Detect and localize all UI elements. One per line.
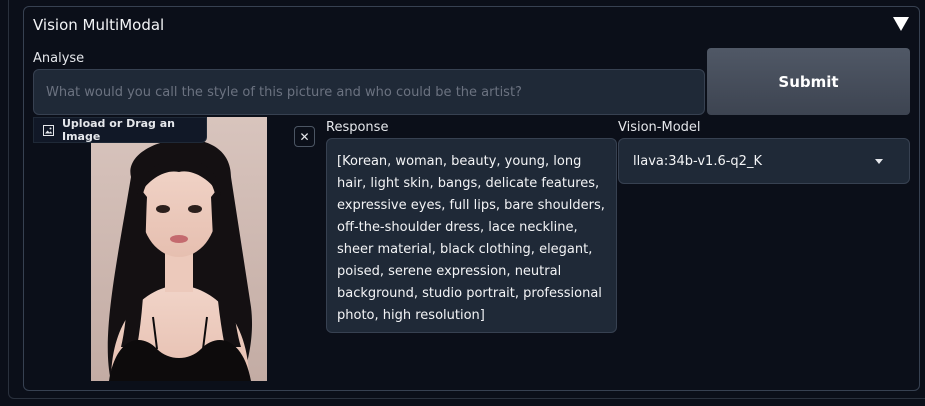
collapse-toggle-icon[interactable]: [893, 17, 909, 31]
upload-image-button[interactable]: Upload or Drag an Image: [33, 117, 207, 143]
prompt-label: Analyse: [33, 51, 85, 66]
prompt-input[interactable]: [33, 69, 705, 115]
model-selected-value: llava:34b-v1.6-q2_K: [633, 153, 762, 169]
uploaded-image: [91, 117, 267, 381]
chevron-down-icon: [875, 158, 883, 164]
image-icon: [43, 124, 54, 136]
response-label: Response: [326, 120, 389, 135]
upload-label: Upload or Drag an Image: [62, 117, 176, 143]
panel-title: Vision MultiModal: [33, 16, 165, 34]
model-label: Vision-Model: [618, 120, 701, 135]
response-textbox[interactable]: [Korean, woman, beauty, young, long hair…: [326, 138, 617, 333]
close-icon: ✕: [299, 129, 310, 144]
model-dropdown[interactable]: llava:34b-v1.6-q2_K: [618, 138, 910, 184]
submit-button[interactable]: Submit: [707, 48, 910, 115]
clear-image-button[interactable]: ✕: [294, 126, 315, 147]
